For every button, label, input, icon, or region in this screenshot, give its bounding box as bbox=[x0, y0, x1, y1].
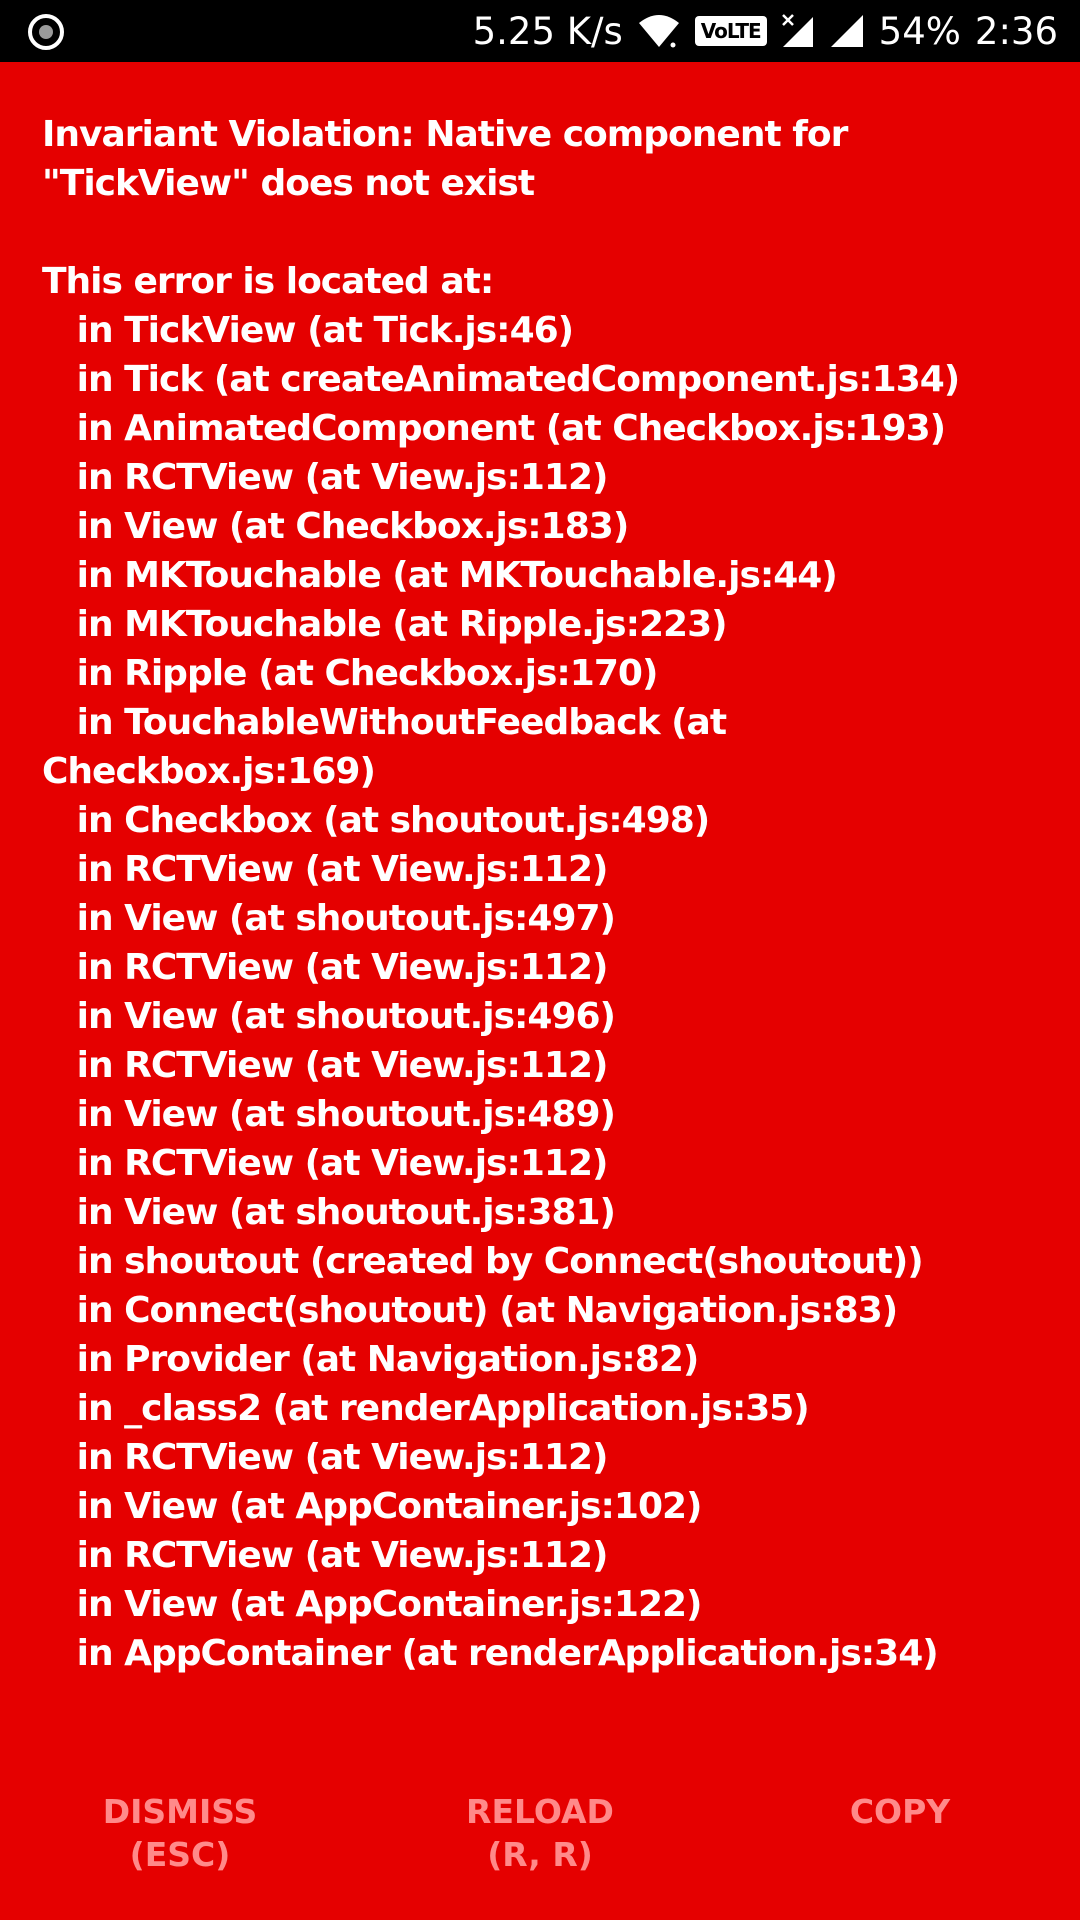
stack-line: in Checkbox (at shoutout.js:498) bbox=[42, 800, 711, 841]
error-location-heading: This error is located at: bbox=[42, 261, 494, 302]
clock: 2:36 bbox=[974, 9, 1058, 53]
error-title: Invariant Violation: Native component fo… bbox=[42, 114, 848, 204]
stack-line: in _class2 (at renderApplication.js:35) bbox=[42, 1388, 810, 1429]
stack-line: in RCTView (at View.js:112) bbox=[42, 1045, 609, 1086]
stack-line: in View (at shoutout.js:497) bbox=[42, 898, 616, 939]
stack-line: in View (at shoutout.js:489) bbox=[42, 1094, 616, 1135]
stack-line: in View (at shoutout.js:381) bbox=[42, 1192, 616, 1233]
status-bar: 5.25 K/s VoLTE 54% 2:36 bbox=[0, 0, 1080, 62]
stack-line: in RCTView (at View.js:112) bbox=[42, 1143, 609, 1184]
volte-badge: VoLTE bbox=[694, 16, 767, 46]
copy-button[interactable]: COPY bbox=[780, 1790, 1020, 1833]
stack-line: in MKTouchable (at Ripple.js:223) bbox=[42, 604, 728, 645]
stack-line: in Tick (at createAnimatedComponent.js:1… bbox=[42, 359, 961, 400]
copy-button-label: COPY bbox=[849, 1792, 951, 1831]
error-screen: Invariant Violation: Native component fo… bbox=[42, 110, 1052, 1678]
stack-line: in RCTView (at View.js:112) bbox=[42, 1535, 609, 1576]
reload-button-shortcut: (R, R) bbox=[487, 1835, 593, 1874]
stack-line: in RCTView (at View.js:112) bbox=[42, 1437, 609, 1478]
dismiss-button-shortcut: (ESC) bbox=[129, 1835, 231, 1874]
network-speed: 5.25 K/s bbox=[472, 9, 623, 53]
stack-line: in AppContainer (at renderApplication.js… bbox=[42, 1633, 939, 1674]
dismiss-button-label: DISMISS bbox=[102, 1792, 258, 1831]
stack-line: in AnimatedComponent (at Checkbox.js:193… bbox=[42, 408, 947, 449]
stack-line: in View (at Checkbox.js:183) bbox=[42, 506, 630, 547]
stack-line: in Provider (at Navigation.js:82) bbox=[42, 1339, 700, 1380]
stack-trace[interactable]: in TickView (at Tick.js:46) in Tick (at … bbox=[42, 306, 1052, 1678]
stack-line: in View (at shoutout.js:496) bbox=[42, 996, 616, 1037]
stack-line: in Connect(shoutout) (at Navigation.js:8… bbox=[42, 1290, 899, 1331]
stack-line: in View (at AppContainer.js:102) bbox=[42, 1486, 703, 1527]
reload-button-label: RELOAD bbox=[466, 1792, 614, 1831]
dismiss-button[interactable]: DISMISS (ESC) bbox=[60, 1790, 300, 1876]
stack-line: in RCTView (at View.js:112) bbox=[42, 947, 609, 988]
stack-line: in TouchableWithoutFeedback (at Checkbox… bbox=[42, 702, 727, 792]
signal-icon bbox=[829, 13, 865, 49]
status-right-group: 5.25 K/s VoLTE 54% 2:36 bbox=[473, 0, 1058, 62]
action-button-bar: DISMISS (ESC) RELOAD (R, R) COPY bbox=[0, 1790, 1080, 1900]
stack-line: in RCTView (at View.js:112) bbox=[42, 457, 609, 498]
stack-line: in TickView (at Tick.js:46) bbox=[42, 310, 575, 351]
stack-line: in View (at AppContainer.js:122) bbox=[42, 1584, 703, 1625]
stack-line: in RCTView (at View.js:112) bbox=[42, 849, 609, 890]
stack-line: in Ripple (at Checkbox.js:170) bbox=[42, 653, 659, 694]
stack-line: in MKTouchable (at MKTouchable.js:44) bbox=[42, 555, 838, 596]
record-icon bbox=[28, 14, 64, 50]
stack-line: in shoutout (created by Connect(shoutout… bbox=[42, 1241, 924, 1282]
signal-no-data-icon bbox=[781, 13, 815, 49]
reload-button[interactable]: RELOAD (R, R) bbox=[420, 1790, 660, 1876]
wifi-icon bbox=[637, 13, 681, 49]
battery-percent: 54% bbox=[878, 9, 961, 53]
